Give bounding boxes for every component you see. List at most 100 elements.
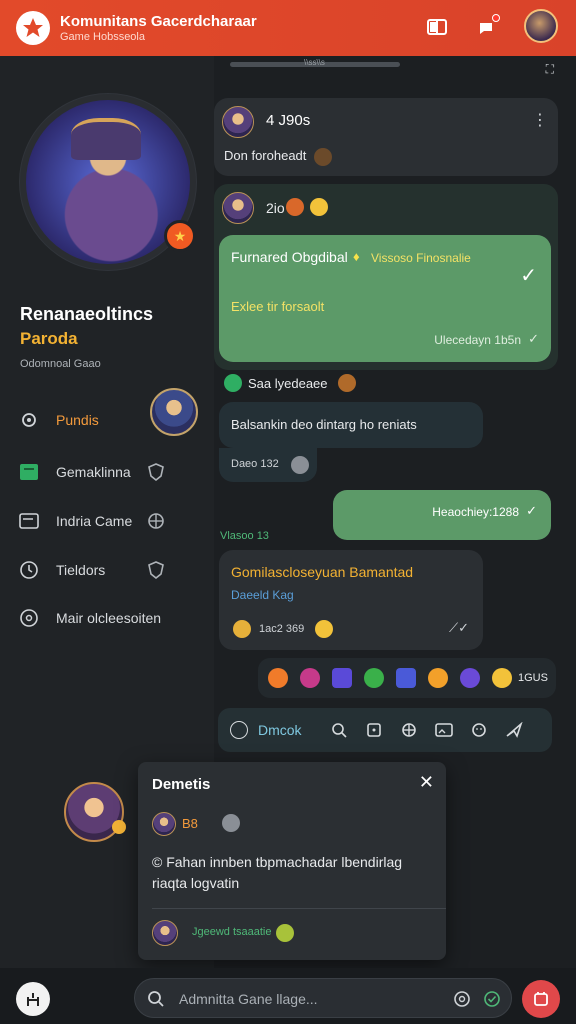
bottom-bar xyxy=(0,968,576,1024)
face-icon xyxy=(291,456,309,474)
read-check-icon: ✓ xyxy=(526,503,537,518)
user-avatar[interactable] xyxy=(152,812,176,836)
message-card[interactable]: 4 J90s ⋮ Don foroheadt xyxy=(214,98,558,176)
sender-avatar[interactable] xyxy=(222,192,254,224)
divider xyxy=(152,908,446,909)
date-label: Vlasoo 13 xyxy=(220,530,269,542)
send-icon[interactable] xyxy=(505,721,523,739)
fire-reaction-icon[interactable] xyxy=(268,668,288,688)
target-icon xyxy=(146,511,166,531)
emoji-icon[interactable] xyxy=(453,990,471,1008)
notification-dot xyxy=(492,14,500,22)
profile-role: Paroda xyxy=(20,329,78,348)
message-input-container xyxy=(134,978,512,1018)
popup-title: Demetis xyxy=(152,776,211,793)
shield-icon xyxy=(146,462,166,482)
globe-icon xyxy=(224,374,242,392)
sent-text: Heaochiey:1288 xyxy=(432,505,519,519)
book-icon[interactable] xyxy=(424,14,450,40)
popup-footer-text: Jgeewd tsaaatie xyxy=(192,926,272,938)
expand-icon[interactable]: ⛶ xyxy=(546,62,554,77)
message-card[interactable]: Gomilascloseyuan Bamantad Daeeld Kag 1ac… xyxy=(219,550,483,650)
message-time: 1ac2 369 xyxy=(259,623,305,635)
sender-avatar[interactable] xyxy=(222,106,254,138)
heart-reaction-icon[interactable] xyxy=(300,668,320,688)
profile-subtitle: Odomnoal Gaao xyxy=(20,358,101,370)
message-title: Gomilascloseyuan Bamantad xyxy=(231,564,414,580)
cookie-icon xyxy=(338,374,356,392)
menu-item-indria-came[interactable]: Indria Came xyxy=(18,507,194,535)
laugh-reaction-icon[interactable] xyxy=(492,668,512,688)
popup-count: B8 xyxy=(182,816,198,831)
highlight-title-tail: Vissoso Finosnalie xyxy=(371,251,471,265)
smile-emoji-icon xyxy=(310,198,328,216)
toolbar-label[interactable]: Dmcok xyxy=(258,722,302,738)
menu-item-mair[interactable]: Mair olcleesoiten xyxy=(18,604,194,632)
menu-item-gemaklinna[interactable]: Gemaklinna xyxy=(18,458,194,486)
confirm-icon[interactable] xyxy=(483,990,501,1008)
search-icon xyxy=(148,991,164,1007)
menu-label: Tieldors xyxy=(56,562,106,578)
home-button[interactable] xyxy=(16,982,50,1016)
highlight-title: Furnared Obgdibal xyxy=(231,249,348,265)
more-icon[interactable]: ⋮ xyxy=(532,110,548,130)
leaf-reaction-icon[interactable] xyxy=(364,668,384,688)
compose-toolbar: Dmcok xyxy=(218,708,552,752)
message-meta: Daeo 132 xyxy=(219,448,317,482)
sender-name: 2io xyxy=(266,200,285,216)
send-button[interactable] xyxy=(522,980,560,1018)
menu-item-tieldors[interactable]: Tieldors xyxy=(18,556,194,584)
clock-icon xyxy=(18,559,40,581)
app-title: Komunitans Gacerdcharaar xyxy=(60,12,257,30)
popup-avatar[interactable] xyxy=(64,782,126,842)
message-input[interactable] xyxy=(179,987,439,1011)
shield-reaction-icon[interactable] xyxy=(396,668,416,688)
gear-icon xyxy=(18,409,40,431)
menu-label: Pundis xyxy=(56,412,99,428)
notification-icon[interactable] xyxy=(474,14,500,40)
square-icon[interactable] xyxy=(365,721,383,739)
highlight-line: Exlee tir forsaolt xyxy=(231,299,325,314)
home-icon xyxy=(27,993,39,1006)
diamond-icon: ♦ xyxy=(353,249,360,264)
popup-body-line2: riaqta logvatin xyxy=(152,875,240,891)
app-subtitle: Game Hobsseola xyxy=(60,30,145,43)
search-icon[interactable] xyxy=(330,721,348,739)
menu-label: Mair olcleesoiten xyxy=(56,610,162,626)
clock-icon[interactable] xyxy=(230,721,248,739)
grin-emoji-icon xyxy=(315,620,333,638)
coin-reaction-icon[interactable] xyxy=(428,668,448,688)
companion-avatar[interactable] xyxy=(150,388,198,436)
laugh-emoji-icon xyxy=(276,924,294,942)
logo-icon xyxy=(23,18,43,37)
reply-avatar[interactable] xyxy=(152,920,178,946)
app-logo[interactable] xyxy=(16,11,50,45)
highlight-card[interactable]: Furnared Obgdibal ♦ Vissoso Finosnalie ✓… xyxy=(219,235,551,362)
user-avatar[interactable] xyxy=(524,9,558,43)
message-text: Don foroheadt xyxy=(224,148,307,163)
highlight-foot: Ulecedayn 1b5n xyxy=(434,333,521,347)
target-icon xyxy=(18,607,40,629)
card-icon xyxy=(18,510,40,532)
details-popup: Demetis ✕ B8 © Fahan innben tbpmachadar … xyxy=(138,762,446,960)
menu-label: Indria Came xyxy=(56,513,133,529)
gem-reaction-icon[interactable] xyxy=(332,668,352,688)
message-time: Daeo 132 xyxy=(231,458,279,470)
emoji-icon[interactable] xyxy=(470,721,488,739)
face-icon xyxy=(222,814,240,832)
image-icon[interactable] xyxy=(435,721,453,739)
compass-icon[interactable] xyxy=(400,721,418,739)
rank-star-icon: ★ xyxy=(164,220,196,252)
close-icon[interactable]: ✕ xyxy=(419,772,434,793)
cookie-icon xyxy=(314,148,332,166)
sent-message[interactable]: Heaochiey:1288 ✓ xyxy=(333,490,551,540)
profile-name: Renanaeoltincs xyxy=(20,304,154,324)
orb-reaction-icon[interactable] xyxy=(460,668,480,688)
read-check-icon: ✓ xyxy=(528,331,539,346)
fire-emoji-icon xyxy=(286,198,304,216)
sender-name: Saa lyedeaee xyxy=(248,376,328,391)
message-subtitle: Daeeld Kag xyxy=(231,588,294,602)
handle-label: \\ss\\s xyxy=(304,58,325,67)
app-header: Komunitans Gacerdcharaar Game Hobsseola xyxy=(0,0,576,56)
message-bubble[interactable]: Balsankin deo dintarg ho reniats xyxy=(219,402,483,448)
